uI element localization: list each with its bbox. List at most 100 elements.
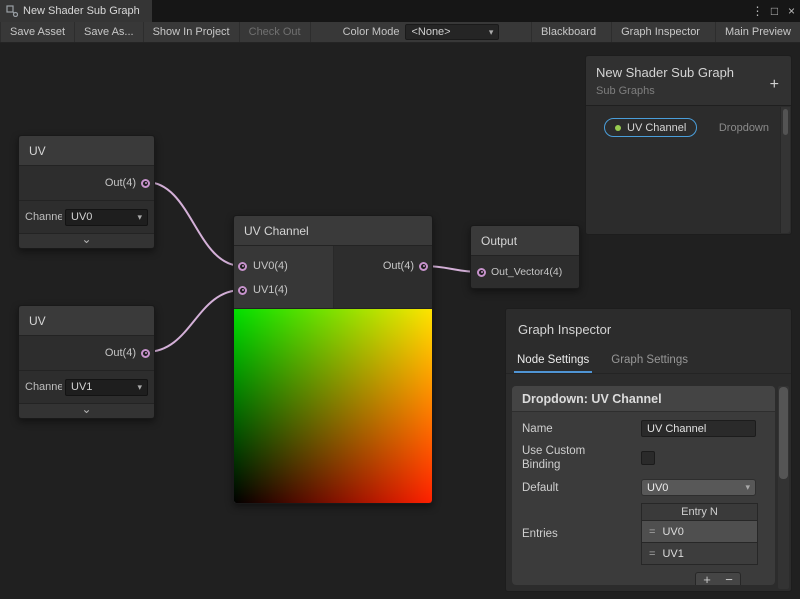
dropdown-arrow-icon: ▾	[137, 382, 142, 393]
entries-list-header: Entry N	[641, 503, 758, 521]
maximize-icon[interactable]: □	[766, 0, 783, 22]
name-label: Name	[522, 422, 641, 436]
dropdown-arrow-icon: ▾	[137, 212, 142, 223]
blackboard-item-uv-channel[interactable]: UV Channel	[604, 118, 697, 137]
tab-title: New Shader Sub Graph	[23, 5, 140, 17]
entry-name: UV0	[662, 526, 683, 538]
blackboard-item-type: Dropdown	[719, 122, 769, 134]
uv-node-top[interactable]: UV Out(4) Channel UV0 ▾ ⌄	[18, 135, 155, 249]
input-row: UV1(4)	[234, 278, 333, 302]
tab-node-settings[interactable]: Node Settings	[514, 348, 592, 373]
entries-footer: + −	[522, 572, 741, 585]
blackboard-scrollbar[interactable]	[780, 107, 790, 233]
graph-inspector-toggle-button[interactable]: Graph Inspector	[611, 22, 709, 42]
port-label: UV0(4)	[253, 260, 288, 272]
node-output-row: Out(4)	[19, 166, 154, 200]
toolbar: Save Asset Save As... Show In Project Ch…	[0, 22, 800, 43]
color-mode-dropdown[interactable]: <None> ▾	[405, 24, 499, 40]
blackboard-title: New Shader Sub Graph	[596, 65, 781, 80]
chevron-down-icon: ⌄	[81, 402, 91, 416]
color-mode-value: <None>	[411, 26, 450, 38]
use-custom-binding-checkbox[interactable]	[641, 451, 655, 465]
output-port-icon[interactable]	[419, 262, 428, 271]
default-dropdown[interactable]: UV0 ▾	[641, 479, 756, 496]
edge-uv1[interactable]	[146, 290, 242, 352]
main-preview-toggle-button[interactable]: Main Preview	[715, 22, 800, 42]
input-port-icon[interactable]	[238, 262, 247, 271]
output-port-icon[interactable]	[141, 349, 150, 358]
color-mode-group: Color Mode <None> ▾	[343, 22, 500, 42]
color-mode-label: Color Mode	[343, 26, 400, 38]
dropdown-arrow-icon: ▾	[489, 27, 494, 38]
binding-field-row: Use Custom Binding	[522, 444, 765, 472]
scrollbar-thumb[interactable]	[779, 387, 788, 479]
graph-canvas[interactable]: UV Out(4) Channel UV0 ▾ ⌄ UV Out(4) Chan…	[0, 43, 800, 599]
uv-preview	[234, 308, 432, 503]
drag-handle-icon[interactable]: =	[649, 526, 655, 538]
entries-label: Entries	[522, 527, 641, 541]
node-title[interactable]: Output	[471, 226, 579, 256]
entries-field-row: Entries Entry N = UV0 = UV1	[522, 503, 765, 565]
save-as-button[interactable]: Save As...	[75, 22, 144, 42]
kebab-menu-icon[interactable]: ⋮	[749, 0, 766, 22]
port-label: UV1(4)	[253, 284, 288, 296]
node-output-row: Out(4)	[334, 254, 432, 278]
use-custom-binding-label: Use Custom Binding	[522, 444, 604, 472]
close-icon[interactable]: ×	[783, 0, 800, 22]
output-port-icon[interactable]	[141, 179, 150, 188]
port-label: Out(4)	[105, 177, 136, 189]
node-output-row: Out(4)	[19, 336, 154, 370]
channel-dropdown[interactable]: UV1 ▾	[65, 379, 148, 396]
entries-list: Entry N = UV0 = UV1	[641, 503, 758, 565]
name-field-row: Name	[522, 420, 765, 437]
tab-graph-settings[interactable]: Graph Settings	[608, 348, 691, 373]
add-property-button[interactable]: +	[770, 76, 779, 94]
inspector-tabs: Node Settings Graph Settings	[506, 348, 791, 374]
blackboard-item-name: UV Channel	[627, 122, 686, 134]
port-label: Out_Vector4(4)	[491, 266, 562, 278]
input-row: UV0(4)	[234, 254, 333, 278]
show-in-project-button[interactable]: Show In Project	[144, 22, 240, 42]
channel-label: Channel	[25, 211, 62, 223]
inspector-content: Dropdown: UV Channel Name Use Custom Bin…	[512, 386, 775, 585]
graph-inspector-panel[interactable]: Graph Inspector Node Settings Graph Sett…	[505, 308, 792, 592]
collapse-button[interactable]: ⌄	[19, 233, 154, 248]
output-node[interactable]: Output Out_Vector4(4)	[470, 225, 580, 289]
save-asset-button[interactable]: Save Asset	[0, 22, 75, 42]
node-title[interactable]: UV Channel	[234, 216, 432, 246]
inspector-fields: Name Use Custom Binding Default UV0 ▾ En…	[512, 412, 775, 585]
remove-entry-button[interactable]: −	[718, 573, 740, 585]
collapse-button[interactable]: ⌄	[19, 403, 154, 418]
default-label: Default	[522, 481, 641, 495]
entries-footer-buttons: + −	[695, 572, 741, 585]
blackboard-panel[interactable]: New Shader Sub Graph Sub Graphs + UV Cha…	[585, 55, 792, 235]
uv-node-bottom[interactable]: UV Out(4) Channel UV1 ▾ ⌄	[18, 305, 155, 419]
entry-row-uv0[interactable]: = UV0	[641, 521, 758, 543]
blackboard-toggle-button[interactable]: Blackboard	[531, 22, 605, 42]
uv-channel-node[interactable]: UV Channel UV0(4) UV1(4) Out(4)	[233, 215, 433, 504]
dropdown-arrow-icon: ▾	[745, 482, 750, 493]
document-tab[interactable]: New Shader Sub Graph	[0, 0, 152, 22]
edge-uv0[interactable]	[146, 182, 242, 266]
input-ports-section: UV0(4) UV1(4)	[234, 246, 334, 308]
name-input[interactable]	[641, 420, 756, 437]
window-tab-bar: New Shader Sub Graph ⋮ □ ×	[0, 0, 800, 22]
channel-label: Channel	[25, 381, 62, 393]
inspector-title: Graph Inspector	[506, 309, 791, 348]
node-title[interactable]: UV	[19, 136, 154, 166]
blackboard-subtitle: Sub Graphs	[596, 85, 781, 97]
node-input-row: Out_Vector4(4)	[471, 256, 579, 288]
channel-value: UV0	[71, 211, 92, 223]
channel-value: UV1	[71, 381, 92, 393]
scrollbar-thumb[interactable]	[783, 109, 788, 135]
drag-handle-icon[interactable]: =	[649, 548, 655, 560]
inspector-scrollbar[interactable]	[778, 386, 789, 589]
blackboard-header: New Shader Sub Graph Sub Graphs +	[586, 56, 791, 106]
node-title[interactable]: UV	[19, 306, 154, 336]
entry-row-uv1[interactable]: = UV1	[641, 543, 758, 565]
add-entry-button[interactable]: +	[696, 573, 718, 585]
input-port-icon[interactable]	[477, 268, 486, 277]
input-port-icon[interactable]	[238, 286, 247, 295]
channel-dropdown[interactable]: UV0 ▾	[65, 209, 148, 226]
check-out-button: Check Out	[240, 22, 311, 42]
